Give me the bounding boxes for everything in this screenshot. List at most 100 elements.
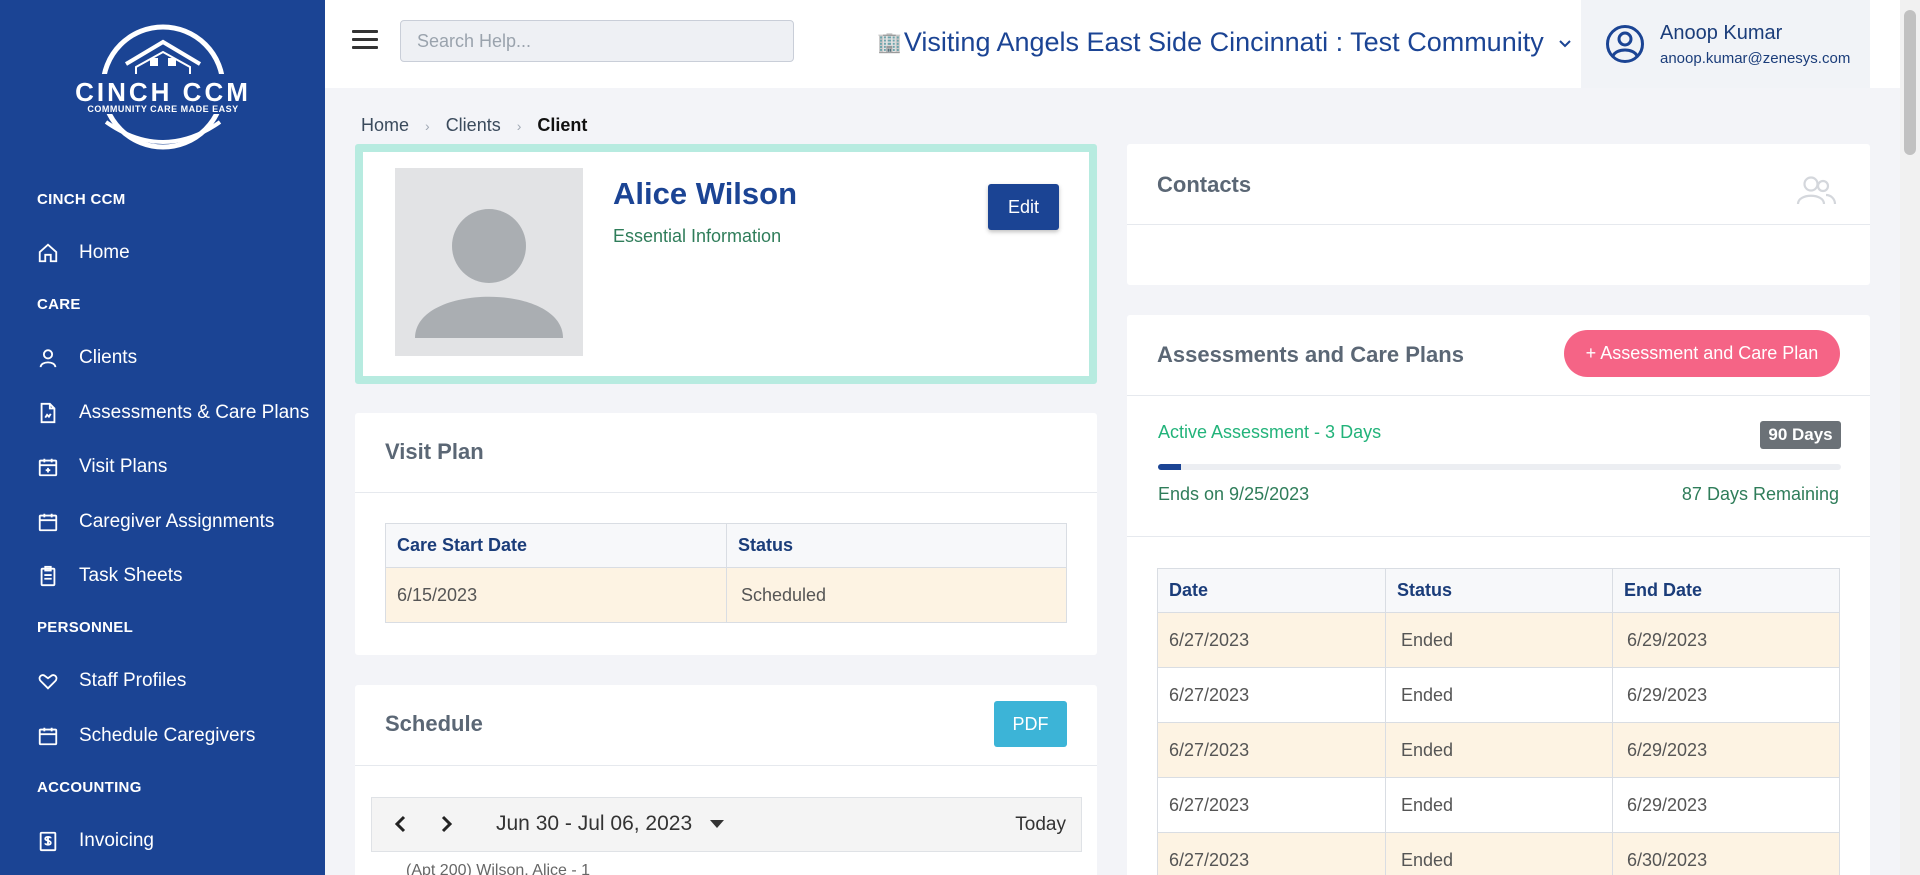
breadcrumb-home[interactable]: Home — [361, 115, 409, 136]
end-date-cell: 6/29/2023 — [1612, 777, 1840, 833]
schedule-title: Schedule — [385, 711, 483, 736]
days-remaining-label: 87 Days Remaining — [1681, 484, 1839, 504]
assessments-title: Assessments and Care Plans — [1157, 342, 1464, 367]
sidebar-item-clients[interactable]: Clients — [37, 338, 137, 378]
column-header[interactable]: End Date — [1612, 568, 1840, 613]
sidebar-item-invoicing[interactable]: Invoicing — [37, 821, 154, 861]
sidebar-item-label: Visit Plans — [79, 456, 168, 477]
heart-hand-icon — [37, 670, 59, 692]
chevron-right-icon: › — [516, 117, 522, 134]
svg-text:COMMUNITY CARE MADE EASY: COMMUNITY CARE MADE EASY — [87, 104, 238, 114]
date-cell: 6/27/2023 — [1157, 722, 1386, 778]
assessment-progress-bar — [1158, 464, 1841, 470]
sidebar-item-visit-plans[interactable]: Visit Plans — [37, 447, 167, 487]
chevron-right-icon: › — [425, 117, 430, 134]
progress-fill — [1158, 464, 1181, 470]
table-row[interactable]: 6/27/2023 Ended 6/29/2023 — [1157, 777, 1840, 833]
date-cell: 6/27/2023 — [1157, 832, 1386, 875]
status-cell: Scheduled — [726, 567, 1067, 623]
sidebar-item-task-sheets[interactable]: Task Sheets — [37, 556, 183, 596]
status-cell: Ended — [1385, 667, 1613, 723]
calendar-icon — [37, 725, 59, 747]
community-selector[interactable]: 🏢 Visiting Angels East Side Cincinnati :… — [877, 27, 1572, 58]
user-menu[interactable]: Anoop Kumar anoop.kumar@zenesys.com — [1581, 0, 1870, 88]
active-assessment-label: Active Assessment - 3 Days — [1158, 422, 1382, 442]
calendar-toolbar: Jun 30 - Jul 06, 2023 Today — [371, 797, 1082, 852]
sidebar-item-assessments[interactable]: Assessments & Care Plans — [37, 393, 309, 433]
section-accounting: ACCOUNTING — [37, 779, 142, 796]
cinch-ccm-logo[interactable]: CINCH CCM COMMUNITY CARE MADE EASY — [66, 22, 260, 152]
invoice-icon — [37, 830, 59, 852]
top-bar: 🏢 Visiting Angels East Side Cincinnati :… — [325, 0, 1920, 88]
date-cell: 6/27/2023 — [1157, 777, 1386, 833]
date-range-dropdown[interactable]: Jun 30 - Jul 06, 2023 — [496, 812, 725, 836]
table-row[interactable]: 6/27/2023 Ended 6/30/2023 — [1157, 832, 1840, 875]
breadcrumb-current: Client — [537, 115, 588, 135]
user-icon — [37, 347, 59, 369]
edit-button[interactable]: Edit — [988, 184, 1059, 230]
sidebar-item-label: Task Sheets — [79, 565, 183, 586]
date-cell: 6/27/2023 — [1157, 667, 1386, 723]
date-cell: 6/27/2023 — [1157, 612, 1386, 668]
sidebar-item-schedule-caregivers[interactable]: Schedule Caregivers — [37, 716, 255, 756]
pdf-button[interactable]: PDF — [994, 701, 1067, 747]
column-header[interactable]: Date — [1157, 568, 1386, 613]
chevron-down-icon — [1559, 39, 1571, 47]
today-button[interactable]: Today — [1015, 814, 1066, 836]
sidebar-item-label: Caregiver Assignments — [79, 511, 275, 532]
end-date-cell: 6/29/2023 — [1612, 667, 1840, 723]
section-care: CARE — [37, 296, 81, 313]
days-badge: 90 Days — [1760, 421, 1841, 449]
column-header[interactable]: Care Start Date — [385, 523, 727, 568]
sidebar-item-label: Staff Profiles — [79, 670, 187, 691]
schedule-event[interactable]: (Apt 200) Wilson, Alice - 1 — [406, 862, 590, 875]
document-chart-icon — [37, 402, 59, 424]
status-cell: Ended — [1385, 612, 1613, 668]
sidebar-item-staff-profiles[interactable]: Staff Profiles — [37, 661, 186, 701]
table-row[interactable]: 6/27/2023 Ended 6/29/2023 — [1157, 722, 1840, 778]
add-assessment-button[interactable]: + Assessment and Care Plan — [1564, 330, 1840, 377]
table-row[interactable]: 6/27/2023 Ended 6/29/2023 — [1157, 612, 1840, 668]
sidebar-item-caregiver-assignments[interactable]: Caregiver Assignments — [37, 502, 274, 542]
sidebar-item-home[interactable]: Home — [37, 233, 130, 273]
search-help-input[interactable] — [400, 20, 794, 62]
chevron-left-icon[interactable] — [389, 812, 413, 836]
end-date-cell: 6/29/2023 — [1612, 612, 1840, 668]
visit-plan-card: Visit Plan Care Start Date Status 6/15/2… — [355, 413, 1097, 655]
visit-plan-table: Care Start Date Status 6/15/2023 Schedul… — [385, 523, 1067, 623]
status-cell: Ended — [1385, 832, 1613, 875]
end-date-cell: 6/29/2023 — [1612, 722, 1840, 778]
users-icon[interactable] — [1795, 174, 1837, 206]
calendar-plus-icon — [37, 456, 59, 478]
user-name: Anoop Kumar — [1660, 21, 1783, 44]
client-name: Alice Wilson — [613, 176, 798, 211]
column-header[interactable]: Status — [726, 523, 1067, 568]
section-personnel: PERSONNEL — [37, 619, 134, 636]
assessments-card: Assessments and Care Plans + Assessment … — [1127, 315, 1870, 875]
status-cell: Ended — [1385, 722, 1613, 778]
chevron-right-icon[interactable] — [434, 812, 458, 836]
community-name: Visiting Angels East Side Cincinnati : T… — [903, 27, 1544, 57]
sidebar-item-label: Assessments & Care Plans — [79, 402, 310, 423]
user-email: anoop.kumar@zenesys.com — [1660, 49, 1851, 67]
hamburger-menu-icon[interactable] — [352, 30, 378, 56]
breadcrumb-clients[interactable]: Clients — [446, 115, 501, 136]
sidebar-item-label: Home — [79, 242, 130, 263]
sidebar-item-label: Schedule Caregivers — [79, 725, 256, 746]
end-date-cell: 6/30/2023 — [1612, 832, 1840, 875]
sidebar-item-label: Clients — [79, 347, 138, 368]
table-row[interactable]: 6/27/2023 Ended 6/29/2023 — [1157, 667, 1840, 723]
sidebar-item-label: Invoicing — [79, 830, 154, 851]
assessments-table: Date Status End Date 6/27/2023 Ended 6/2… — [1157, 568, 1840, 875]
visit-plan-title: Visit Plan — [385, 439, 484, 464]
client-photo-placeholder — [395, 168, 583, 356]
section-cinch-ccm: CINCH CCM — [37, 191, 126, 208]
breadcrumb: Home › Clients › Client — [361, 115, 587, 136]
page-scrollbar[interactable] — [1900, 0, 1920, 875]
column-header[interactable]: Status — [1385, 568, 1613, 613]
user-avatar-icon — [1606, 25, 1644, 63]
date-range-label: Jun 30 - Jul 06, 2023 — [496, 812, 693, 835]
essential-information-label: Essential Information — [613, 226, 782, 246]
caret-down-icon — [710, 820, 725, 828]
table-row[interactable]: 6/15/2023 Scheduled — [385, 567, 1067, 623]
